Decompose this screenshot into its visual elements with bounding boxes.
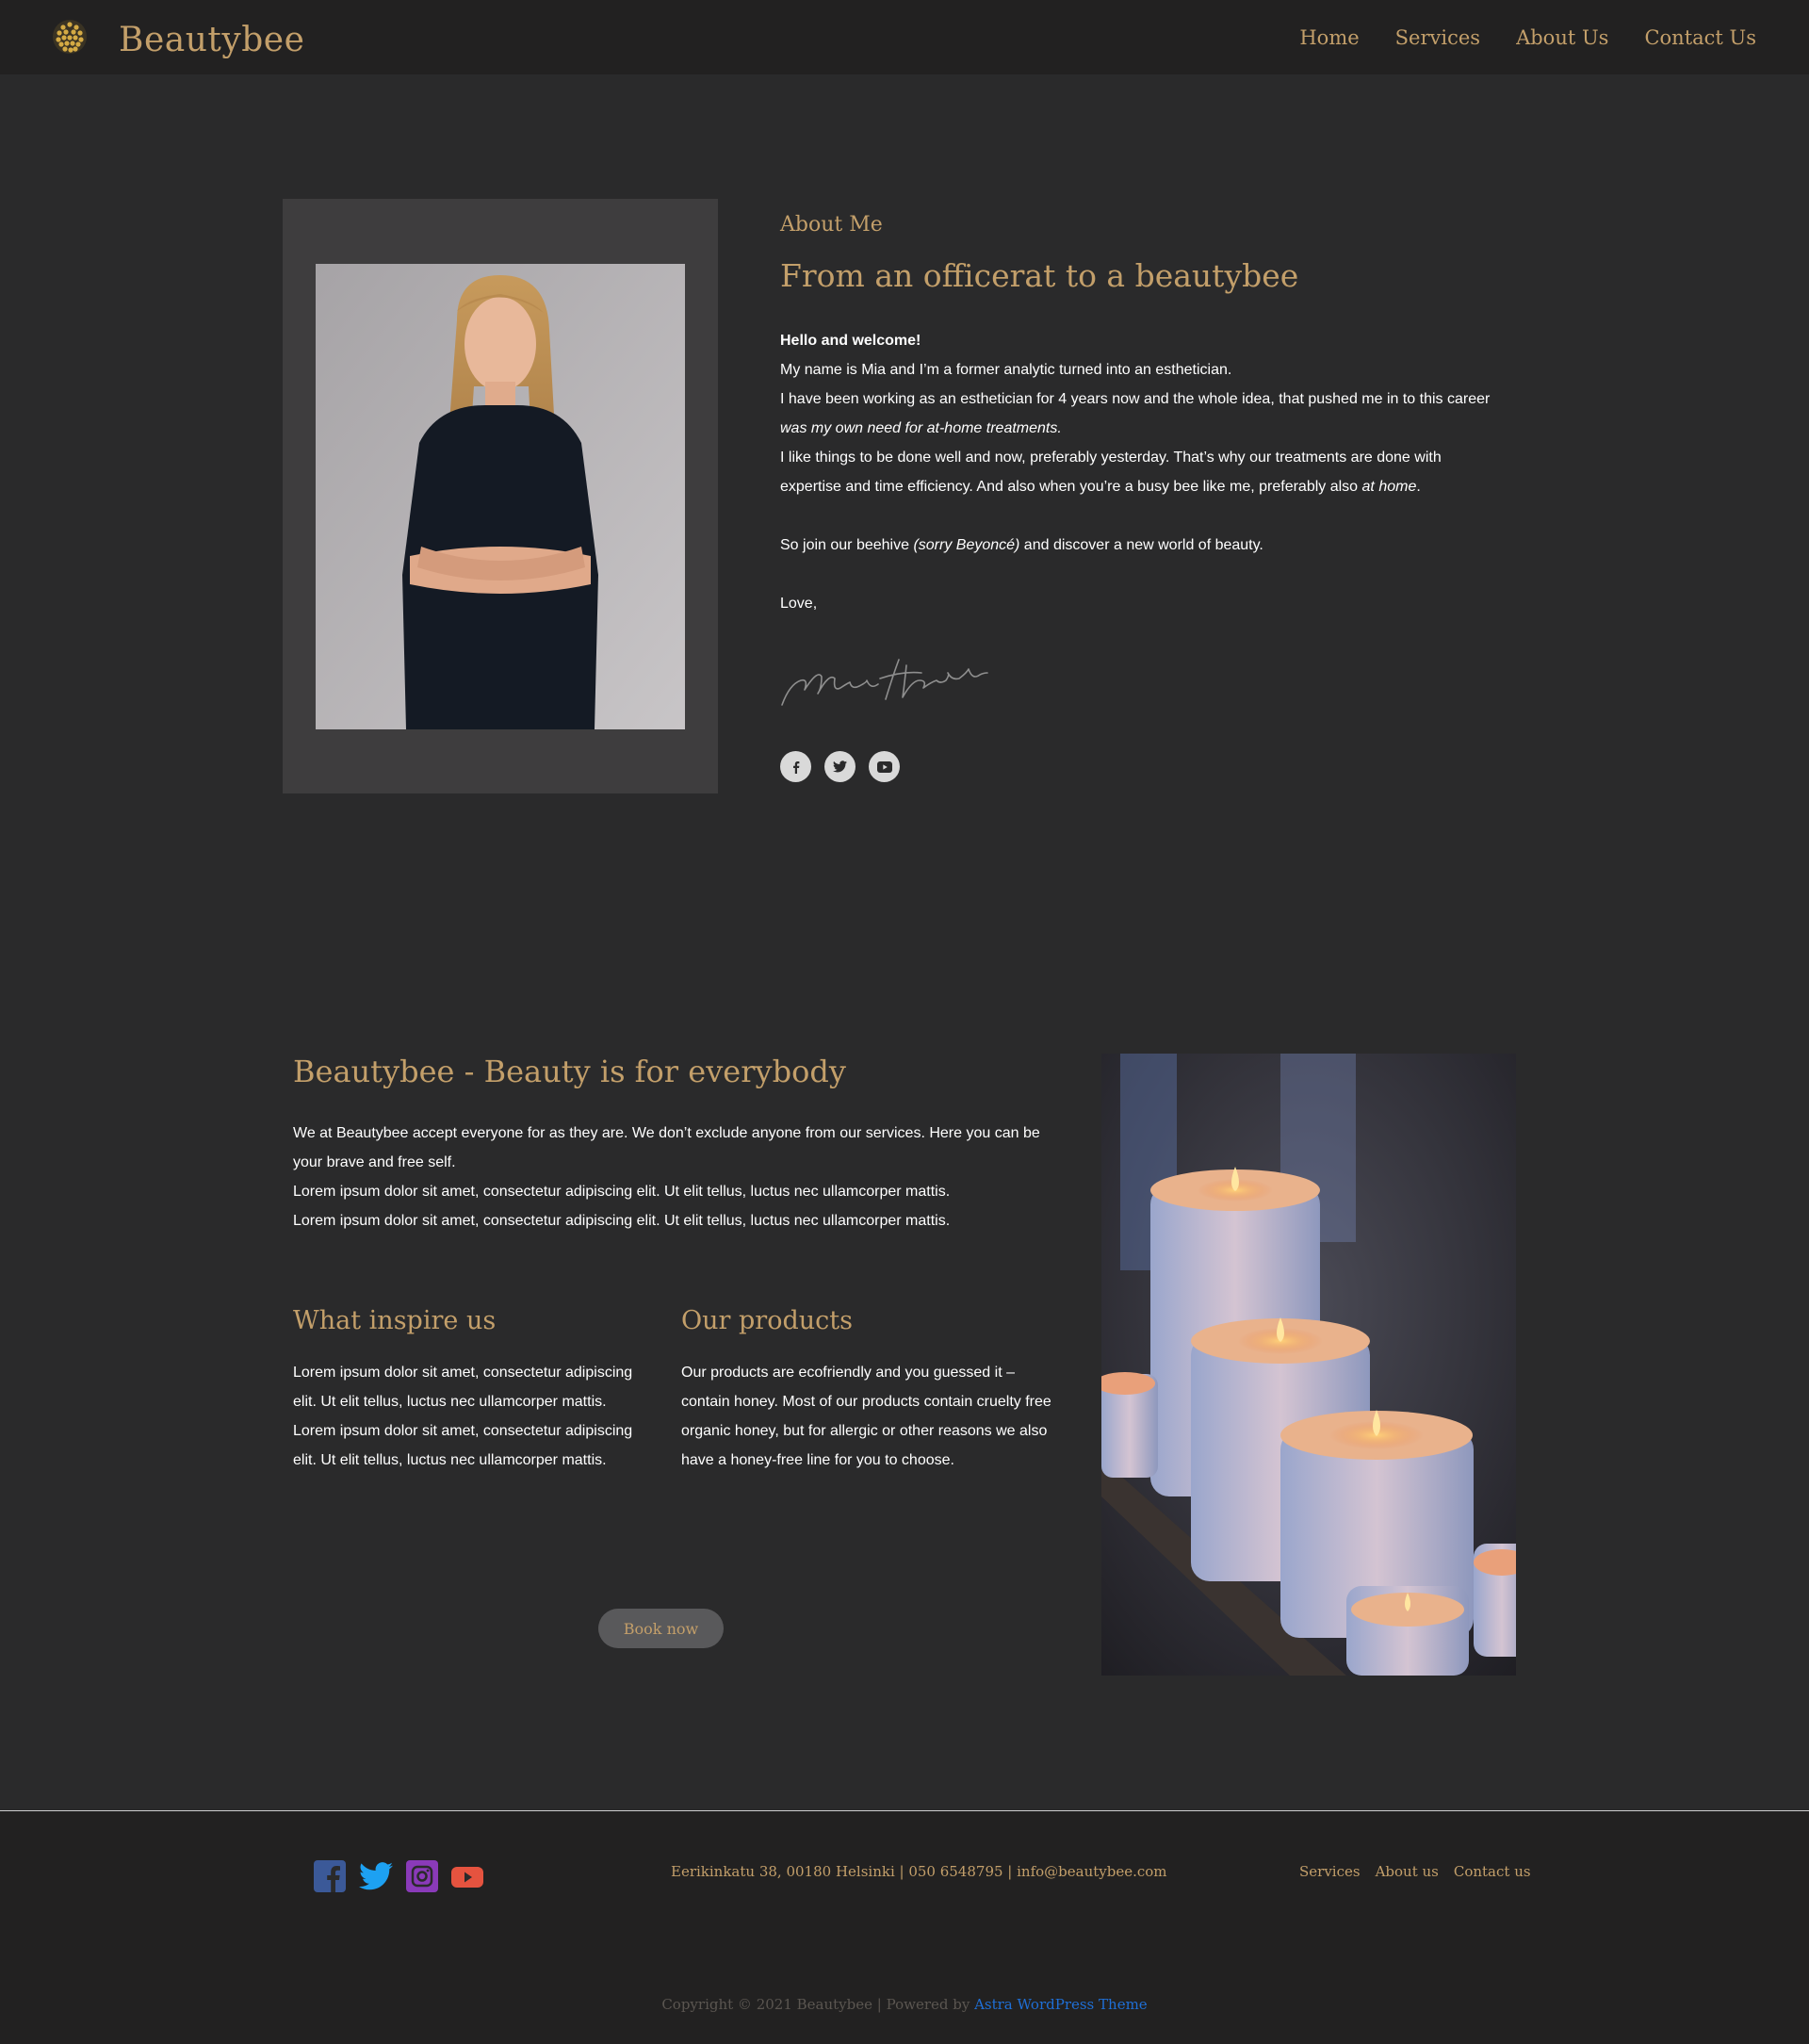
youtube-icon[interactable] (869, 751, 900, 782)
about-title: From an officerat to a beautybee (780, 257, 1299, 294)
handwritten-signature (781, 659, 988, 706)
about-line-6: So join our beehive (sorry Beyoncé) and … (780, 537, 1263, 553)
about-eyebrow: About Me (780, 213, 883, 237)
products-p: Our products are ecofriendly and you gue… (681, 1365, 1051, 1468)
beauty-p2: Lorem ipsum dolor sit amet, consectetur … (293, 1184, 951, 1200)
nav-home[interactable]: Home (1299, 26, 1359, 49)
honeycomb-logo-icon[interactable] (51, 17, 89, 57)
main-nav: Home Services About Us Contact Us (1299, 26, 1756, 49)
copyright-text: Copyright © 2021 Beautybee | Powered by (661, 1996, 975, 2013)
products-text: Our products are ecofriendly and you gue… (681, 1358, 1058, 1475)
site-footer: Eerikinkatu 38, 00180 Helsinki | 050 654… (0, 1810, 1809, 2044)
greeting: Hello and welcome! (780, 333, 921, 349)
portrait-photo (316, 264, 685, 729)
instagram-icon[interactable] (406, 1860, 438, 1892)
about-line-1: My name is Mia and I’m a former analytic… (780, 362, 1232, 378)
about-line-5: expertise and time efficiency. And also … (780, 479, 1421, 495)
footer-social-links (314, 1860, 483, 1892)
beauty-p3: Lorem ipsum dolor sit amet, consectetur … (293, 1213, 951, 1229)
about-text: Hello and welcome! My name is Mia and I’… (780, 326, 1524, 618)
candles-photo (1101, 1054, 1516, 1676)
inspire-p2: Lorem ipsum dolor sit amet, consectetur … (293, 1423, 633, 1468)
facebook-icon[interactable] (314, 1860, 346, 1892)
products-title: Our products (681, 1306, 853, 1335)
about-social-links (780, 751, 900, 782)
footer-link-about-us[interactable]: About us (1376, 1863, 1439, 1880)
astra-theme-link[interactable]: Astra WordPress Theme (974, 1996, 1148, 2013)
book-now-button[interactable]: Book now (598, 1609, 724, 1648)
signoff: Love, (780, 596, 818, 612)
beauty-p1: We at Beautybee accept everyone for as t… (293, 1125, 1040, 1170)
brand-name[interactable]: Beautybee (119, 21, 304, 59)
footer-link-contact-us[interactable]: Contact us (1454, 1863, 1531, 1880)
nav-about-us[interactable]: About Us (1516, 26, 1608, 49)
footer-link-services[interactable]: Services (1299, 1863, 1361, 1880)
about-line-3: was my own need for at-home treatments. (780, 420, 1062, 436)
footer-links: Services About us Contact us (1299, 1863, 1531, 1880)
beauty-title: Beautybee - Beauty is for everybody (293, 1054, 846, 1089)
about-content: About Me From an officerat to a beautybe… (780, 213, 1524, 618)
nav-services[interactable]: Services (1395, 26, 1480, 49)
about-line-2: I have been working as an esthetician fo… (780, 391, 1491, 407)
portrait-frame (283, 199, 718, 793)
copyright: Copyright © 2021 Beautybee | Powered by … (0, 1996, 1809, 2013)
beauty-intro: We at Beautybee accept everyone for as t… (293, 1119, 1047, 1235)
about-line-4: I like things to be done well and now, p… (780, 450, 1442, 466)
twitter-icon[interactable] (824, 751, 856, 782)
youtube-icon[interactable] (451, 1860, 483, 1892)
nav-contact-us[interactable]: Contact Us (1644, 26, 1756, 49)
inspire-title: What inspire us (293, 1306, 497, 1335)
site-header: Beautybee Home Services About Us Contact… (0, 0, 1809, 74)
facebook-icon[interactable] (780, 751, 811, 782)
twitter-icon[interactable] (359, 1860, 393, 1892)
footer-address: Eerikinkatu 38, 00180 Helsinki | 050 654… (671, 1863, 1167, 1880)
inspire-text: Lorem ipsum dolor sit amet, consectetur … (293, 1358, 651, 1475)
inspire-p1: Lorem ipsum dolor sit amet, consectetur … (293, 1365, 633, 1410)
